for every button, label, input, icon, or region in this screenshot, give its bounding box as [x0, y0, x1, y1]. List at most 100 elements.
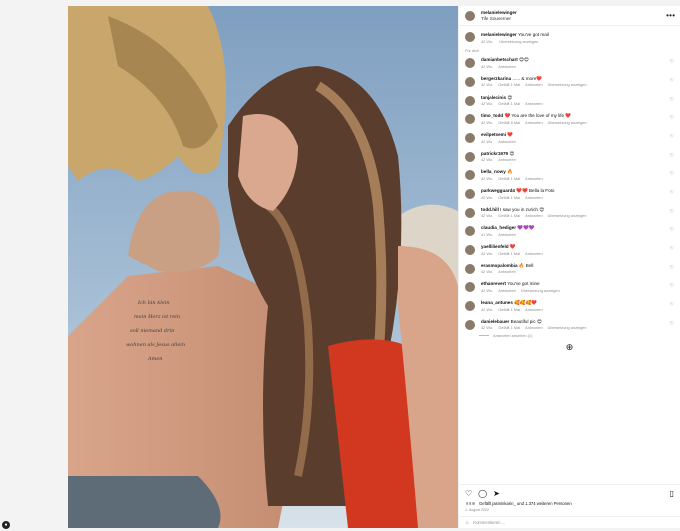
comment-username[interactable]: tanjalecinis: [481, 95, 506, 100]
comment-time[interactable]: 42 Wo.: [481, 139, 493, 144]
comment-likes[interactable]: Gefällt 1 Mal: [498, 176, 520, 181]
comment-time[interactable]: 42 Wo.: [481, 325, 493, 330]
share-icon[interactable]: ➤: [493, 489, 500, 498]
heart-icon[interactable]: ♡: [670, 246, 674, 252]
heart-icon[interactable]: ♡: [670, 97, 674, 103]
comment-time[interactable]: 42 Wo.: [481, 82, 493, 87]
comment-username[interactable]: damianbetschart: [481, 57, 518, 62]
heart-icon[interactable]: ♡: [670, 115, 674, 121]
avatar[interactable]: [465, 282, 475, 293]
reply-button[interactable]: Antworten: [498, 232, 516, 237]
reply-button[interactable]: Antworten: [525, 213, 543, 218]
comment-username[interactable]: patrickr1979: [481, 151, 508, 156]
comment-username[interactable]: claudia_hediger: [481, 225, 516, 230]
post-subtitle[interactable]: Tife Souverner: [481, 16, 517, 21]
heart-icon[interactable]: ♡: [670, 227, 674, 233]
reply-button[interactable]: Antworten: [498, 157, 516, 162]
avatar[interactable]: [465, 301, 475, 312]
comment-username[interactable]: parkwegguard4: [481, 188, 515, 193]
avatar[interactable]: [465, 245, 475, 256]
reply-button[interactable]: Antworten: [525, 307, 543, 312]
avatar[interactable]: [465, 151, 475, 162]
profile-corner-icon[interactable]: ●: [2, 521, 10, 529]
avatar[interactable]: [465, 132, 475, 143]
comment-time[interactable]: 41 Wo.: [481, 232, 493, 237]
comment-time[interactable]: 42 Wo.: [481, 251, 493, 256]
heart-icon[interactable]: ♡: [670, 265, 674, 271]
heart-icon[interactable]: ♡: [465, 489, 472, 498]
translate-link[interactable]: Übersetzung anzeigen: [548, 120, 587, 125]
heart-icon[interactable]: ♡: [670, 321, 674, 327]
avatar[interactable]: [465, 263, 475, 274]
reply-button[interactable]: Antworten: [525, 251, 543, 256]
heart-icon[interactable]: ♡: [670, 134, 674, 140]
comment-username[interactable]: ethanrevert: [481, 281, 506, 286]
comment-username[interactable]: bergerzkarina: [481, 76, 511, 81]
comment-likes[interactable]: Gefällt 1 Mal: [498, 307, 520, 312]
comment-likes[interactable]: Gefällt 1 Mal: [498, 101, 520, 106]
heart-icon[interactable]: ♡: [670, 171, 674, 177]
reply-button[interactable]: Antworten: [525, 101, 543, 106]
comment-time[interactable]: 42 Wo.: [481, 269, 493, 274]
comment-time[interactable]: 42 Wo.: [481, 120, 493, 125]
comment-input[interactable]: Kommentieren ...: [473, 520, 505, 525]
reply-button[interactable]: Antworten: [525, 120, 543, 125]
translate-link[interactable]: Übersetzung anzeigen: [521, 288, 560, 293]
more-icon[interactable]: • • •: [666, 11, 675, 20]
avatar[interactable]: [465, 189, 475, 199]
translate-link[interactable]: Übersetzung anzeigen: [548, 82, 587, 87]
heart-icon[interactable]: ♡: [670, 302, 674, 308]
reply-button[interactable]: Antworten: [525, 176, 543, 181]
comment-time[interactable]: 42 Wo.: [481, 176, 493, 181]
reply-button[interactable]: Antworten: [498, 139, 516, 144]
view-replies[interactable]: Antworten ansehen (1): [479, 333, 680, 338]
comment-likes[interactable]: Gefällt 1 Mal: [498, 82, 520, 87]
heart-icon[interactable]: ♡: [670, 153, 674, 159]
avatar[interactable]: [465, 226, 475, 237]
comment-time[interactable]: 42 Wo.: [481, 101, 493, 106]
avatar[interactable]: [465, 32, 475, 42]
avatar[interactable]: [465, 76, 475, 87]
reply-button[interactable]: Antworten: [498, 288, 516, 293]
avatar[interactable]: [465, 58, 475, 69]
heart-icon[interactable]: ♡: [670, 209, 674, 215]
add-comment-bar[interactable]: ☺ Kommentieren ...: [459, 516, 680, 528]
bookmark-icon[interactable]: ▯: [670, 489, 674, 498]
avatar[interactable]: [465, 207, 475, 218]
comment-icon[interactable]: ◯: [478, 489, 487, 498]
heart-icon[interactable]: ♡: [670, 78, 674, 84]
comment-likes[interactable]: Gefällt 1 Mal: [498, 213, 520, 218]
heart-icon[interactable]: ♡: [670, 190, 674, 196]
comment-time[interactable]: 42 Wo.: [481, 307, 493, 312]
caption-username[interactable]: melanielewinger: [481, 32, 517, 37]
reply-button[interactable]: Antworten: [525, 325, 543, 330]
comment-username[interactable]: erasmopalombia: [481, 263, 518, 268]
plus-circle-icon[interactable]: ⊕: [459, 342, 680, 353]
translate-link[interactable]: Übersetzung anzeigen: [548, 213, 587, 218]
heart-icon[interactable]: ♡: [670, 283, 674, 289]
caption-time[interactable]: 42 Wo.: [481, 39, 493, 44]
reply-button[interactable]: Antworten: [498, 269, 516, 274]
comment-time[interactable]: 42 Wo.: [481, 288, 493, 293]
avatar[interactable]: [465, 319, 475, 330]
comment-username[interactable]: danielebauer: [481, 319, 509, 324]
comment-time[interactable]: 42 Wo.: [481, 157, 493, 162]
comment-likes[interactable]: Gefällt 1 Mal: [498, 251, 520, 256]
heart-icon[interactable]: ♡: [670, 59, 674, 65]
comment-likes[interactable]: Gefällt 1 Mal: [498, 195, 520, 200]
caption-translate[interactable]: Übersetzung anzeigen: [499, 39, 538, 44]
comment-time[interactable]: 42 Wo.: [481, 64, 493, 69]
comment-likes[interactable]: Gefällt 1 Mal: [498, 325, 520, 330]
comment-username[interactable]: bella_nowy: [481, 169, 506, 174]
avatar[interactable]: [465, 114, 475, 125]
emoji-icon[interactable]: ☺: [465, 520, 469, 525]
reply-button[interactable]: Antworten: [525, 195, 543, 200]
post-username[interactable]: melanielewinger: [481, 10, 517, 15]
comment-username[interactable]: todd.hill: [481, 207, 499, 212]
comment-username[interactable]: leana_antunes: [481, 300, 513, 305]
reply-button[interactable]: Antworten: [525, 82, 543, 87]
comment-time[interactable]: 42 Wo.: [481, 195, 493, 200]
comment-username[interactable]: evilpetsemi: [481, 132, 506, 137]
avatar[interactable]: [465, 10, 475, 21]
comment-likes[interactable]: Gefällt 8 Mal: [498, 120, 520, 125]
